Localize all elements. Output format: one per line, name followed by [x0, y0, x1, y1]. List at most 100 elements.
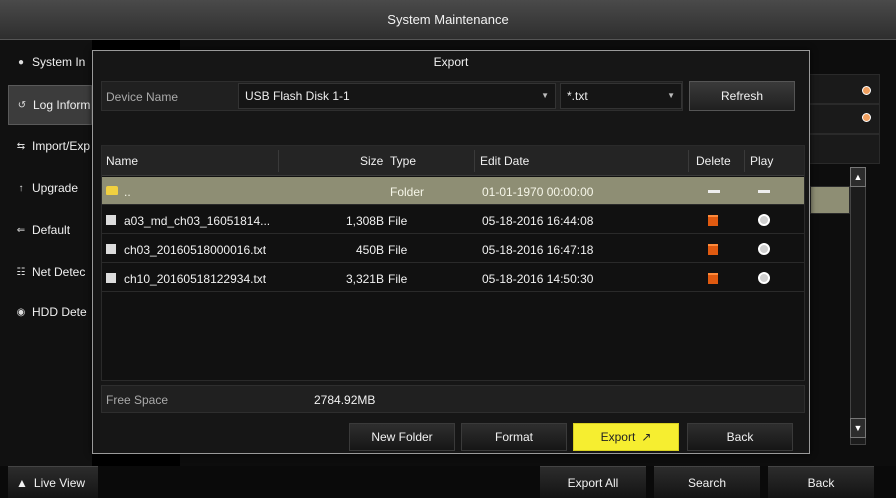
column-header-size[interactable]: Size [360, 154, 383, 168]
file-filter-select[interactable]: *.txt ▼ [560, 83, 682, 109]
new-folder-button[interactable]: New Folder [349, 423, 455, 451]
export-dialog: Export Device Name USB Flash Disk 1-1 ▼ … [92, 50, 810, 454]
sidebar-item-default[interactable]: ⇐ Default [8, 210, 92, 250]
log-icon: ↺ [17, 99, 27, 111]
file-icon [106, 273, 116, 283]
play-icon[interactable] [758, 243, 770, 255]
row-name: ch03_20160518000016.txt [124, 243, 267, 257]
file-filter-value: *.txt [567, 89, 588, 103]
column-divider [278, 150, 279, 172]
background-row [800, 134, 880, 164]
free-space-row: Free Space 2784.92MB [101, 385, 805, 413]
sidebar-item-hdd-detect[interactable]: ◉ HDD Dete [8, 292, 92, 332]
bottom-bar: ▲ Live View Export All Search Back [0, 466, 896, 498]
back-main-button[interactable]: Back [768, 466, 874, 498]
sidebar-item-label: Default [32, 223, 71, 237]
import-export-icon: ⇆ [16, 140, 26, 152]
sidebar-item-label: HDD Dete [32, 305, 87, 319]
table-row[interactable]: .. Folder 01-01-1970 00:00:00 [102, 177, 804, 205]
column-header-name[interactable]: Name [106, 154, 138, 168]
row-size: 450B [355, 243, 384, 257]
network-icon: ☷ [16, 266, 26, 278]
sidebar-item-upgrade[interactable]: ↑ Upgrade [8, 168, 92, 208]
row-type: Folder [390, 185, 425, 199]
device-select[interactable]: USB Flash Disk 1-1 ▼ [238, 83, 556, 109]
column-divider [474, 150, 475, 172]
hdd-icon: ◉ [16, 306, 26, 318]
free-space-label: Free Space [106, 393, 169, 407]
file-table: Name Size Type Edit Date Delete Play .. … [101, 145, 805, 381]
sidebar-item-log-information[interactable]: ↺ Log Inform [8, 85, 92, 125]
sidebar: ● System In ↺ Log Inform ⇆ Import/Exp ↑ … [0, 40, 92, 466]
file-icon [106, 215, 116, 225]
window-title: System Maintenance [387, 12, 509, 27]
sidebar-item-system-info[interactable]: ● System In [8, 42, 92, 82]
free-space-value: 2784.92MB [314, 393, 376, 407]
row-name: ch10_20160518122934.txt [124, 272, 267, 286]
mouse-cursor-icon: ↗ [641, 430, 652, 444]
background-selected-row [810, 186, 850, 214]
info-icon: ● [17, 56, 25, 68]
export-button-label: Export [600, 430, 636, 444]
trash-icon[interactable] [708, 215, 718, 226]
row-type: File [388, 243, 408, 257]
export-all-button[interactable]: Export All [540, 466, 646, 498]
window-title-bar: System Maintenance [0, 0, 896, 40]
dash-icon [758, 190, 770, 193]
row-name: .. [124, 185, 131, 199]
column-header-play[interactable]: Play [750, 154, 773, 168]
search-button[interactable]: Search [654, 466, 760, 498]
scroll-up-icon[interactable]: ▲ [850, 167, 866, 187]
live-view-button[interactable]: ▲ Live View [8, 466, 98, 498]
device-select-value: USB Flash Disk 1-1 [245, 89, 350, 103]
upgrade-icon: ↑ [18, 182, 24, 194]
play-icon[interactable] [758, 214, 770, 226]
column-header-type[interactable]: Type [390, 154, 416, 168]
device-row: Device Name USB Flash Disk 1-1 ▼ *.txt ▼ [101, 81, 683, 111]
row-name: a03_md_ch03_16051814... [124, 214, 271, 228]
trash-icon[interactable] [708, 273, 718, 284]
row-size: 1,308B [345, 214, 384, 228]
sidebar-item-label: Net Detec [32, 265, 86, 279]
radio-icon[interactable] [862, 113, 871, 122]
row-type: File [388, 272, 408, 286]
sidebar-item-label: Upgrade [32, 181, 79, 195]
row-date: 05-18-2016 14:50:30 [482, 272, 594, 286]
format-button[interactable]: Format [461, 423, 567, 451]
chevron-down-icon: ▼ [541, 91, 549, 100]
sidebar-item-label: Log Inform [33, 98, 91, 112]
back-button[interactable]: Back [687, 423, 793, 451]
sidebar-item-label: System In [32, 55, 86, 69]
row-date: 05-18-2016 16:47:18 [482, 243, 594, 257]
scroll-down-icon[interactable]: ▼ [850, 418, 866, 438]
folder-icon [106, 186, 118, 195]
table-row[interactable]: ch03_20160518000016.txt 450B File 05-18-… [102, 235, 804, 263]
dialog-title: Export [433, 55, 469, 69]
sidebar-item-import-export[interactable]: ⇆ Import/Exp [8, 126, 92, 166]
row-date: 05-18-2016 16:44:08 [482, 214, 594, 228]
background-scrollbar[interactable]: ▲ [850, 167, 866, 445]
column-header-edit-date[interactable]: Edit Date [480, 154, 529, 168]
file-icon [106, 244, 116, 254]
sidebar-item-label: Import/Exp [32, 139, 91, 153]
export-button[interactable]: Export ↗ [573, 423, 679, 451]
table-row[interactable]: ch10_20160518122934.txt 3,321B File 05-1… [102, 264, 804, 292]
table-header: Name Size Type Edit Date Delete Play [102, 146, 804, 176]
radio-icon[interactable] [862, 86, 871, 95]
column-header-delete[interactable]: Delete [696, 154, 731, 168]
home-icon: ▲ [16, 475, 28, 490]
trash-icon[interactable] [708, 244, 718, 255]
row-date: 01-01-1970 00:00:00 [482, 185, 594, 199]
table-row[interactable]: a03_md_ch03_16051814... 1,308B File 05-1… [102, 206, 804, 234]
chevron-down-icon: ▼ [667, 91, 675, 100]
live-view-label: Live View [33, 475, 86, 490]
refresh-button[interactable]: Refresh [689, 81, 795, 111]
device-name-label: Device Name [106, 90, 179, 104]
dash-icon [708, 190, 720, 193]
row-size: 3,321B [345, 272, 384, 286]
play-icon[interactable] [758, 272, 770, 284]
column-divider [688, 150, 689, 172]
default-icon: ⇐ [16, 224, 26, 236]
column-divider [744, 150, 745, 172]
sidebar-item-net-detect[interactable]: ☷ Net Detec [8, 252, 92, 292]
